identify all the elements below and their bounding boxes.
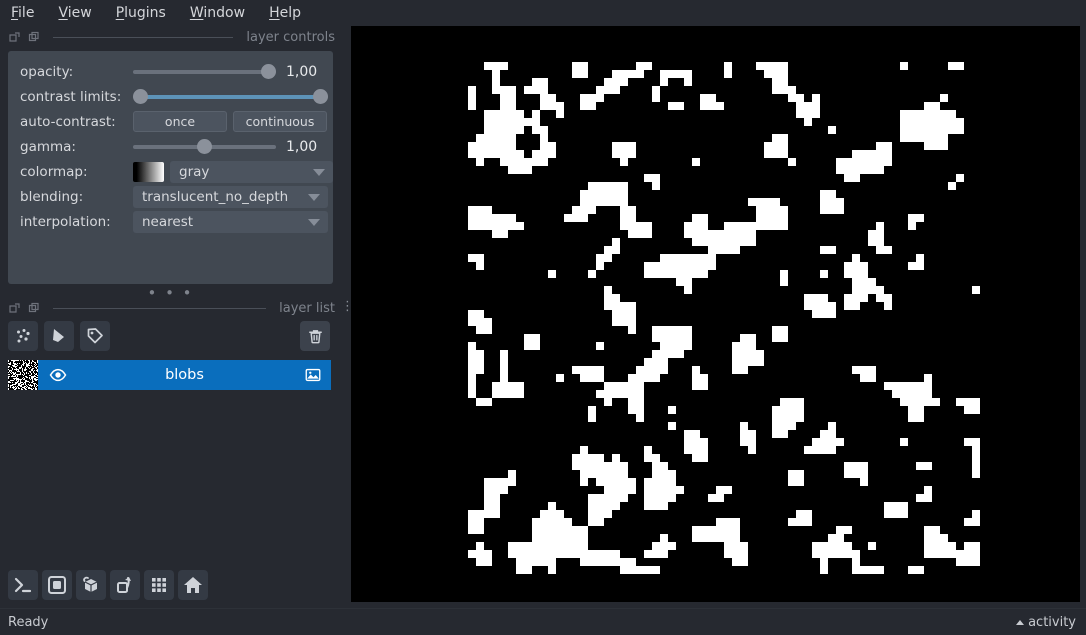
grid-icon bbox=[152, 578, 166, 592]
opacity-value: 1,00 bbox=[286, 63, 318, 80]
auto-contrast-buttons: once continuous bbox=[133, 111, 327, 132]
dock-title-rule bbox=[53, 36, 234, 38]
trash-icon bbox=[308, 329, 322, 343]
colormap-swatch bbox=[133, 161, 164, 182]
caret-up-icon bbox=[1016, 619, 1025, 625]
layer-name-label: blobs bbox=[165, 367, 204, 383]
contrast-limits-field bbox=[133, 84, 333, 109]
layer-list-title-label: layer list bbox=[279, 300, 335, 316]
home-button[interactable] bbox=[178, 570, 208, 600]
layer-list-dock-title: layer list bbox=[0, 298, 341, 318]
gamma-value: 1,00 bbox=[286, 138, 318, 155]
colormap-label: colormap: bbox=[20, 163, 88, 180]
napari-window: File View Plugins Window Help layer cont… bbox=[0, 0, 1086, 635]
transpose-icon bbox=[117, 577, 131, 593]
gamma-field: 1,00 bbox=[133, 134, 333, 159]
gamma-slider[interactable] bbox=[133, 134, 276, 159]
labels-tag-icon bbox=[87, 328, 103, 344]
chevron-down-icon bbox=[308, 218, 320, 226]
layer-controls-title-label: layer controls bbox=[246, 29, 335, 45]
status-message: Ready bbox=[8, 614, 49, 630]
image-layer-type-icon bbox=[304, 366, 322, 384]
ndisplay-toggle-button[interactable] bbox=[42, 570, 72, 600]
console-icon bbox=[14, 577, 32, 593]
layer-controls-grid: opacity: 1,00 contrast limits: auto-cont… bbox=[8, 51, 333, 234]
opacity-slider-track bbox=[133, 70, 276, 74]
menu-help[interactable]: Help bbox=[268, 4, 302, 22]
contrast-limits-label: contrast limits: bbox=[20, 88, 122, 105]
dock-title-rule bbox=[53, 307, 267, 309]
roll-dims-button[interactable] bbox=[76, 570, 106, 600]
blending-combobox[interactable]: translucent_no_depth bbox=[133, 185, 328, 208]
contrast-slider-fill bbox=[140, 95, 321, 99]
opacity-slider-handle[interactable] bbox=[261, 64, 276, 79]
contrast-limits-slider[interactable] bbox=[133, 84, 328, 109]
new-labels-layer-button[interactable] bbox=[80, 321, 110, 351]
auto-contrast-label: auto-contrast: bbox=[20, 113, 116, 130]
menu-window[interactable]: Window bbox=[189, 4, 246, 22]
square-2d-icon bbox=[48, 576, 66, 594]
blending-value: translucent_no_depth bbox=[142, 188, 289, 205]
transpose-dims-button[interactable] bbox=[110, 570, 140, 600]
dock-splitter-handle[interactable]: ⋮ bbox=[341, 300, 354, 313]
gamma-label: gamma: bbox=[20, 138, 76, 155]
menu-view[interactable]: View bbox=[57, 4, 92, 22]
panel-resize-handle[interactable]: • • • bbox=[8, 286, 333, 301]
menu-plugins[interactable]: Plugins bbox=[115, 4, 167, 22]
layer-row-body[interactable]: blobs bbox=[38, 360, 331, 390]
status-bar: Ready activity bbox=[0, 608, 1086, 635]
contrast-slider-handle-low[interactable] bbox=[133, 89, 148, 104]
opacity-label: opacity: bbox=[20, 63, 74, 80]
colormap-field: gray bbox=[133, 159, 333, 184]
opacity-field: 1,00 bbox=[133, 59, 333, 84]
interpolation-value: nearest bbox=[142, 213, 194, 230]
opacity-slider[interactable] bbox=[133, 59, 276, 84]
interpolation-field: nearest bbox=[133, 209, 333, 234]
auto-contrast-once-button[interactable]: once bbox=[133, 111, 227, 132]
float-dock-icon[interactable] bbox=[9, 31, 21, 43]
close-dock-icon[interactable] bbox=[28, 31, 40, 43]
activity-label: activity bbox=[1028, 614, 1076, 630]
layer-controls-dock-title: layer controls bbox=[0, 27, 341, 47]
console-button[interactable] bbox=[8, 570, 38, 600]
shapes-polygon-icon bbox=[53, 329, 64, 342]
interpolation-label: interpolation: bbox=[20, 213, 111, 230]
points-icon bbox=[17, 329, 30, 343]
layer-add-buttons bbox=[8, 321, 110, 351]
gamma-slider-handle[interactable] bbox=[197, 139, 212, 154]
blobs-image[interactable] bbox=[468, 62, 980, 574]
blending-field: translucent_no_depth bbox=[133, 184, 333, 209]
viewer-buttons-bar bbox=[8, 570, 208, 600]
grid-view-button[interactable] bbox=[144, 570, 174, 600]
interpolation-combobox[interactable]: nearest bbox=[133, 210, 328, 233]
activity-button[interactable]: activity bbox=[1016, 615, 1076, 630]
colormap-combobox[interactable]: gray bbox=[170, 160, 333, 183]
new-points-layer-button[interactable] bbox=[8, 321, 38, 351]
close-dock-icon[interactable] bbox=[28, 302, 40, 314]
layer-controls-panel: opacity: 1,00 contrast limits: auto-cont… bbox=[8, 51, 333, 301]
auto-contrast-continuous-button[interactable]: continuous bbox=[233, 111, 327, 132]
viewer-canvas[interactable] bbox=[351, 26, 1080, 602]
home-icon bbox=[184, 577, 202, 593]
colormap-value: gray bbox=[179, 163, 210, 180]
layer-list-panel: blobs bbox=[0, 316, 341, 556]
blending-label: blending: bbox=[20, 188, 84, 205]
auto-contrast-field: once continuous bbox=[133, 109, 333, 134]
float-dock-icon[interactable] bbox=[9, 302, 21, 314]
chevron-down-icon bbox=[308, 193, 320, 201]
layer-list-item-blobs[interactable]: blobs bbox=[8, 360, 331, 390]
contrast-slider-handle-high[interactable] bbox=[313, 89, 328, 104]
cube-roll-icon bbox=[83, 576, 98, 592]
menu-file[interactable]: File bbox=[10, 4, 35, 22]
layer-thumbnail bbox=[8, 360, 38, 390]
chevron-down-icon bbox=[313, 168, 325, 176]
delete-layer-button[interactable] bbox=[300, 321, 330, 351]
new-shapes-layer-button[interactable] bbox=[44, 321, 74, 351]
menu-bar: File View Plugins Window Help bbox=[0, 0, 1086, 25]
